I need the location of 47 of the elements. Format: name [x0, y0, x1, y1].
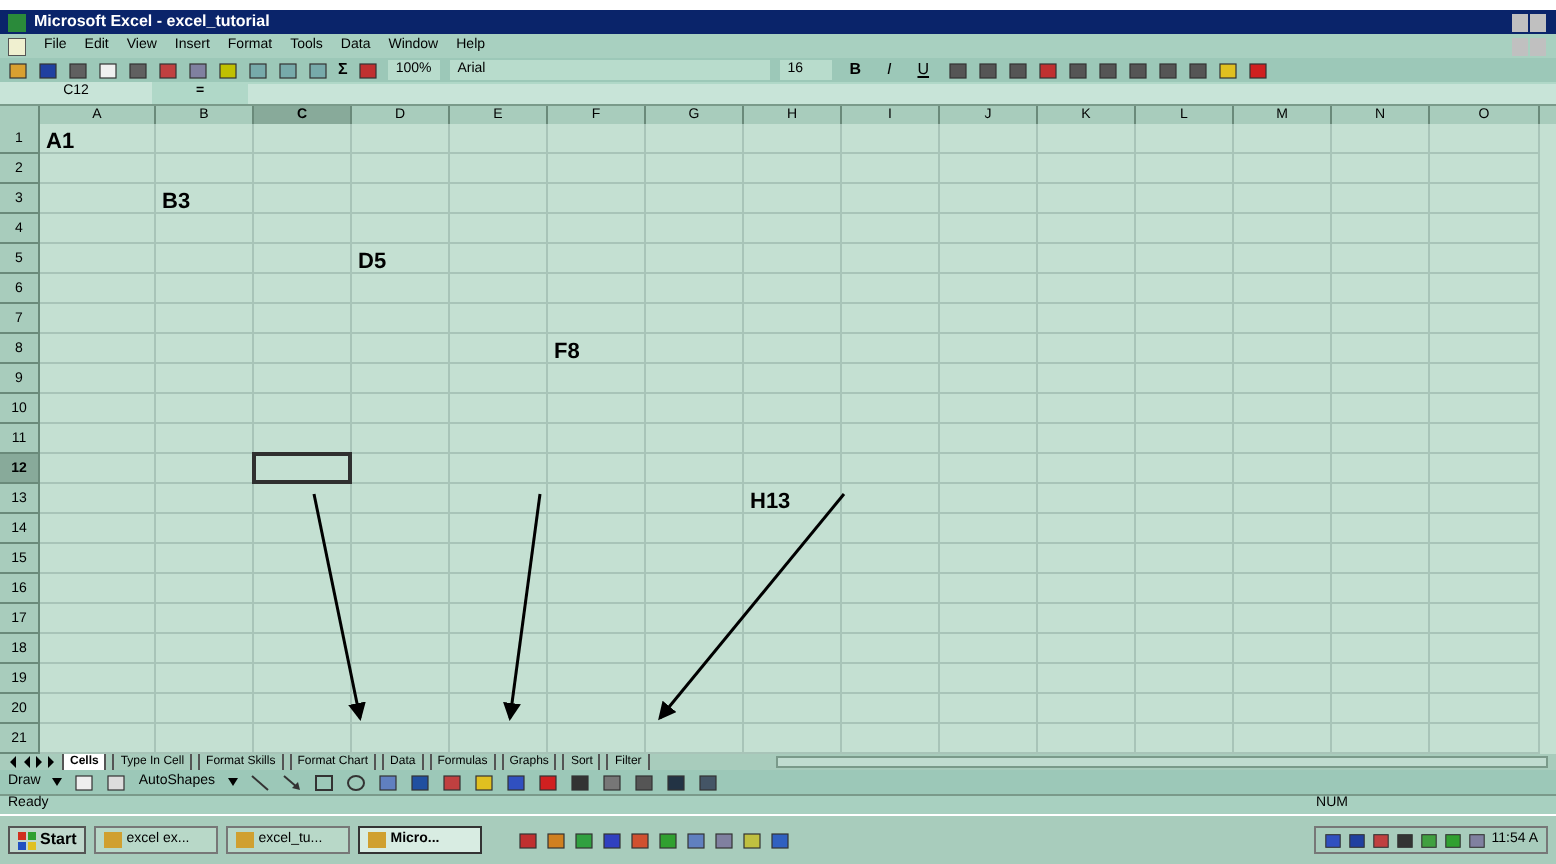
format-icon[interactable]: [1157, 61, 1178, 79]
start-button[interactable]: Start: [8, 826, 87, 854]
bold-button[interactable]: B: [841, 58, 869, 82]
format-icon[interactable]: [1097, 61, 1118, 79]
sum-button[interactable]: Σ: [338, 58, 348, 82]
italic-button[interactable]: I: [879, 58, 900, 82]
app-icon: [236, 832, 255, 848]
quick-launch-icon[interactable]: [602, 831, 623, 849]
caret-icon[interactable]: [227, 778, 237, 786]
quick-launch-icon[interactable]: [686, 831, 707, 849]
line-icon[interactable]: [249, 773, 269, 791]
quick-launch-icon[interactable]: [546, 831, 567, 849]
cell-text: F8: [554, 338, 580, 368]
rectangle-icon[interactable]: [313, 773, 333, 791]
quick-launch-icon[interactable]: [714, 831, 735, 849]
format-icon[interactable]: [1007, 61, 1028, 79]
quick-launch-icon[interactable]: [770, 831, 791, 849]
window-title: Microsoft Excel - excel_tutorial: [34, 10, 270, 34]
app-icon: [104, 832, 123, 848]
format-icon[interactable]: [1247, 61, 1268, 79]
format-icon[interactable]: [1037, 61, 1058, 79]
format-icon[interactable]: [947, 61, 968, 79]
quick-launch-icon[interactable]: [742, 831, 763, 849]
quick-launch-icon[interactable]: [630, 831, 651, 849]
cell-text: D5: [358, 248, 387, 278]
cell-text: B3: [162, 188, 191, 218]
app-icon: [368, 832, 387, 848]
formula-field[interactable]: [248, 83, 1556, 103]
format-icon[interactable]: [1187, 61, 1208, 79]
excel-icon: [8, 13, 26, 31]
format-icon[interactable]: [977, 61, 998, 79]
quick-launch-icon[interactable]: [658, 831, 679, 849]
quick-launch-icon[interactable]: [574, 831, 595, 849]
windows-logo-icon: [18, 831, 36, 849]
oval-icon[interactable]: [345, 773, 365, 791]
sheet-navigation-icon[interactable]: [8, 756, 56, 768]
quick-launch-icon[interactable]: [518, 831, 539, 849]
cell-text: H13: [750, 488, 791, 518]
format-icon[interactable]: [1067, 61, 1088, 79]
underline-button[interactable]: U: [909, 58, 938, 82]
window-controls-icon[interactable]: [1512, 13, 1548, 31]
horizontal-scrollbar[interactable]: [775, 756, 1548, 768]
format-icon[interactable]: [1217, 61, 1238, 79]
format-icon[interactable]: [1127, 61, 1148, 79]
cell-text: A1: [46, 128, 75, 158]
caret-icon[interactable]: [52, 778, 63, 786]
arrow-icon[interactable]: [281, 773, 301, 791]
